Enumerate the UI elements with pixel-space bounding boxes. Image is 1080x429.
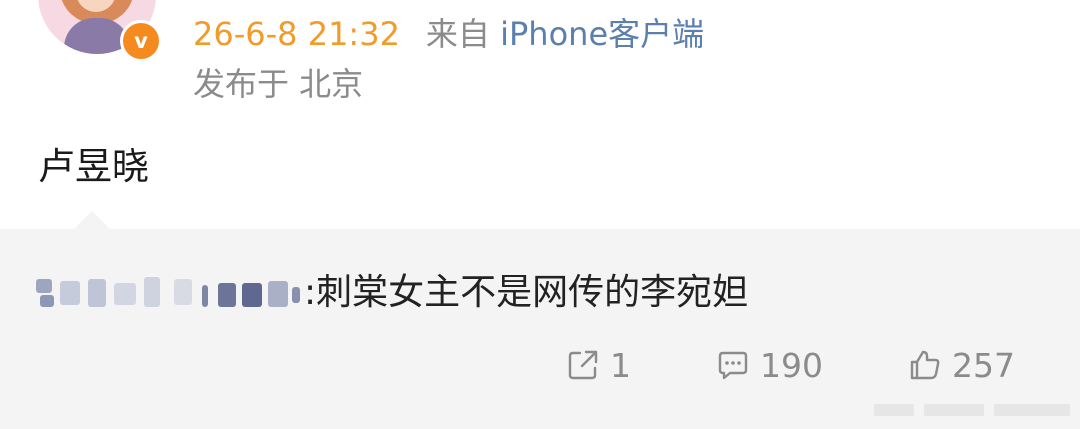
repost-button[interactable]: 1 <box>566 343 631 387</box>
like-button[interactable]: 257 <box>908 343 1015 387</box>
post-time: 26-6-8 21:32 <box>193 15 400 53</box>
post-text[interactable]: 卢昱晓 <box>38 143 149 191</box>
post-location: 发布于 北京 <box>193 65 364 103</box>
client-link[interactable]: iPhone客户端 <box>500 15 704 53</box>
share-icon <box>568 350 598 380</box>
verified-badge-icon: v <box>120 20 162 62</box>
post-meta: 26-6-8 21:32 来自 iPhone客户端 <box>193 12 704 56</box>
comment-button[interactable]: 190 <box>716 343 823 387</box>
comment-icon <box>718 351 748 380</box>
like-count: 257 <box>952 345 1015 385</box>
weibo-post: v 26-6-8 21:32 来自 iPhone客户端 发布于 北京 卢昱晓 :刺… <box>0 0 1080 429</box>
repost-count: 1 <box>610 345 631 385</box>
watermark-blur <box>874 404 1074 418</box>
repost-block[interactable] <box>0 229 1080 429</box>
repost-pointer <box>74 211 110 229</box>
repost-content[interactable]: :刺棠女主不是网传的李宛妲 <box>36 270 748 316</box>
from-label: 来自 <box>425 15 490 53</box>
thumbs-up-icon <box>910 350 940 380</box>
repost-text: :刺棠女主不是网传的李宛妲 <box>304 272 749 313</box>
comment-count: 190 <box>760 345 823 385</box>
repost-author-blurred[interactable] <box>36 273 304 313</box>
